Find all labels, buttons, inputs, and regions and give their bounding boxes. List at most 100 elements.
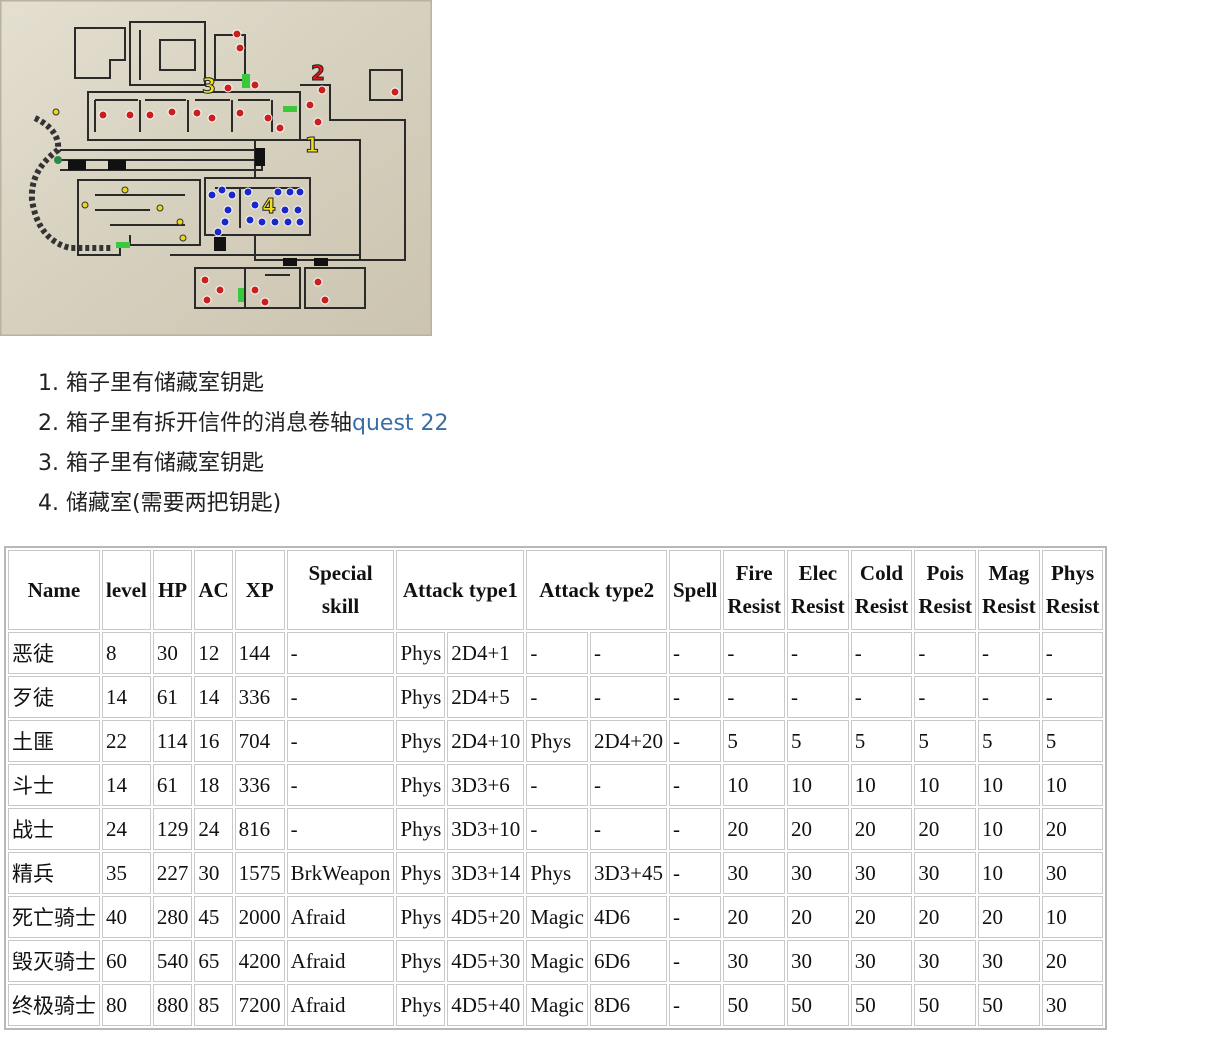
header-pois-resist: Pois Resist xyxy=(914,550,977,630)
table-cell: 4D6 xyxy=(589,896,667,938)
table-cell: 2D4+5 xyxy=(447,676,525,718)
map-marker: 4 xyxy=(262,194,276,218)
table-cell: - xyxy=(668,896,722,938)
table-cell: 10 xyxy=(850,764,913,806)
map-marker: 3 xyxy=(202,74,216,98)
table-cell: 61 xyxy=(152,676,193,718)
table-cell: 50 xyxy=(978,984,1040,1026)
table-cell: 20 xyxy=(787,808,849,850)
monster-name-cell: 斗士 xyxy=(8,764,100,806)
table-cell: 14 xyxy=(194,676,233,718)
table-cell: 65 xyxy=(194,940,233,982)
table-cell: - xyxy=(914,676,977,718)
table-cell: - xyxy=(589,632,667,674)
table-cell: 4200 xyxy=(234,940,285,982)
table-cell: 24 xyxy=(194,808,233,850)
table-cell: 280 xyxy=(152,896,193,938)
table-cell: 20 xyxy=(914,808,977,850)
table-cell: 30 xyxy=(787,852,849,894)
table-cell: 50 xyxy=(914,984,977,1026)
monster-table: Name level HP AC XP Special skill Attack … xyxy=(4,546,1108,1030)
table-cell: 5 xyxy=(914,720,977,762)
table-cell: - xyxy=(850,632,913,674)
table-cell: Magic xyxy=(526,896,588,938)
table-cell: 50 xyxy=(787,984,849,1026)
table-cell: 30 xyxy=(1041,984,1104,1026)
table-cell: BrkWeapon xyxy=(286,852,395,894)
table-cell: - xyxy=(668,676,722,718)
table-cell: 5 xyxy=(850,720,913,762)
table-cell: - xyxy=(526,632,588,674)
table-cell: 10 xyxy=(1041,896,1104,938)
table-cell: 20 xyxy=(723,808,786,850)
table-cell: 816 xyxy=(234,808,285,850)
monster-name-cell: 战士 xyxy=(8,808,100,850)
table-cell: - xyxy=(668,852,722,894)
table-cell: - xyxy=(978,676,1040,718)
table-cell: 45 xyxy=(194,896,233,938)
quest-link[interactable]: quest 22 xyxy=(352,411,449,436)
table-row: 歹徒 14 61 14 336- Phys 2D4+5- - - - - - - - - xyxy=(8,676,1104,718)
table-cell: - xyxy=(286,632,395,674)
table-cell: 20 xyxy=(787,896,849,938)
table-cell: 10 xyxy=(787,764,849,806)
table-cell: 35 xyxy=(102,852,151,894)
table-cell: Phys xyxy=(396,720,446,762)
note-item: 3. 箱子里有储藏室钥匙 xyxy=(38,451,265,476)
table-row: 精兵 35 227 30 1575 BrkWeapon Phys 3D3+14 Phys 3D3+… xyxy=(8,852,1104,894)
table-cell: - xyxy=(286,676,395,718)
monster-name-cell: 精兵 xyxy=(8,852,100,894)
table-cell: 14 xyxy=(102,676,151,718)
table-cell: 129 xyxy=(152,808,193,850)
table-cell: - xyxy=(787,676,849,718)
table-cell: 1575 xyxy=(234,852,285,894)
table-cell: Phys xyxy=(396,808,446,850)
table-cell: 22 xyxy=(102,720,151,762)
table-cell: 20 xyxy=(850,808,913,850)
monster-name-cell: 恶徒 xyxy=(8,632,100,674)
table-cell: - xyxy=(668,984,722,1026)
table-cell: 8 xyxy=(102,632,151,674)
header-hp: HP xyxy=(152,550,193,630)
header-spell: Spell xyxy=(668,550,722,630)
table-row: 土匪 22 114 16 704- Phys 2D4+10 Phys 2D4+20-5 5 5 5 5 5 xyxy=(8,720,1104,762)
header-attack-type2: Attack type2 xyxy=(526,550,667,630)
monster-name-cell: 土匪 xyxy=(8,720,100,762)
table-cell: 540 xyxy=(152,940,193,982)
table-cell: 30 xyxy=(152,632,193,674)
table-cell: - xyxy=(526,764,588,806)
table-cell: 24 xyxy=(102,808,151,850)
table-cell: 2000 xyxy=(234,896,285,938)
table-cell: 4D5+30 xyxy=(447,940,525,982)
note-item: 1. 箱子里有储藏室钥匙 xyxy=(38,371,265,396)
table-cell: 30 xyxy=(914,852,977,894)
table-cell: - xyxy=(668,720,722,762)
table-cell: - xyxy=(589,676,667,718)
table-cell: - xyxy=(787,632,849,674)
map-marker: 2 xyxy=(311,61,325,85)
table-row: 终极骑士 80 880 85 7200 Afraid Phys 4D5+40 Magic 8D6-… xyxy=(8,984,1104,1026)
header-phys-resist: Phys Resist xyxy=(1041,550,1104,630)
table-cell: 880 xyxy=(152,984,193,1026)
header-fire-resist: Fire Resist xyxy=(723,550,786,630)
table-cell: 4D5+40 xyxy=(447,984,525,1026)
table-cell: 144 xyxy=(234,632,285,674)
table-cell: 18 xyxy=(194,764,233,806)
table-cell: 20 xyxy=(1041,940,1104,982)
table-cell: Phys xyxy=(396,940,446,982)
monster-name-cell: 死亡骑士 xyxy=(8,896,100,938)
monster-name-cell: 终极骑士 xyxy=(8,984,100,1026)
table-cell: 3D3+45 xyxy=(589,852,667,894)
table-cell: 2D4+1 xyxy=(447,632,525,674)
table-cell: 6D6 xyxy=(589,940,667,982)
table-cell: Phys xyxy=(526,720,588,762)
table-cell: Phys xyxy=(396,852,446,894)
table-cell: Magic xyxy=(526,940,588,982)
table-cell: - xyxy=(286,720,395,762)
table-cell: - xyxy=(850,676,913,718)
table-cell: 3D3+6 xyxy=(447,764,525,806)
table-cell: 30 xyxy=(723,940,786,982)
table-cell: - xyxy=(286,808,395,850)
table-cell: 14 xyxy=(102,764,151,806)
table-cell: 30 xyxy=(787,940,849,982)
